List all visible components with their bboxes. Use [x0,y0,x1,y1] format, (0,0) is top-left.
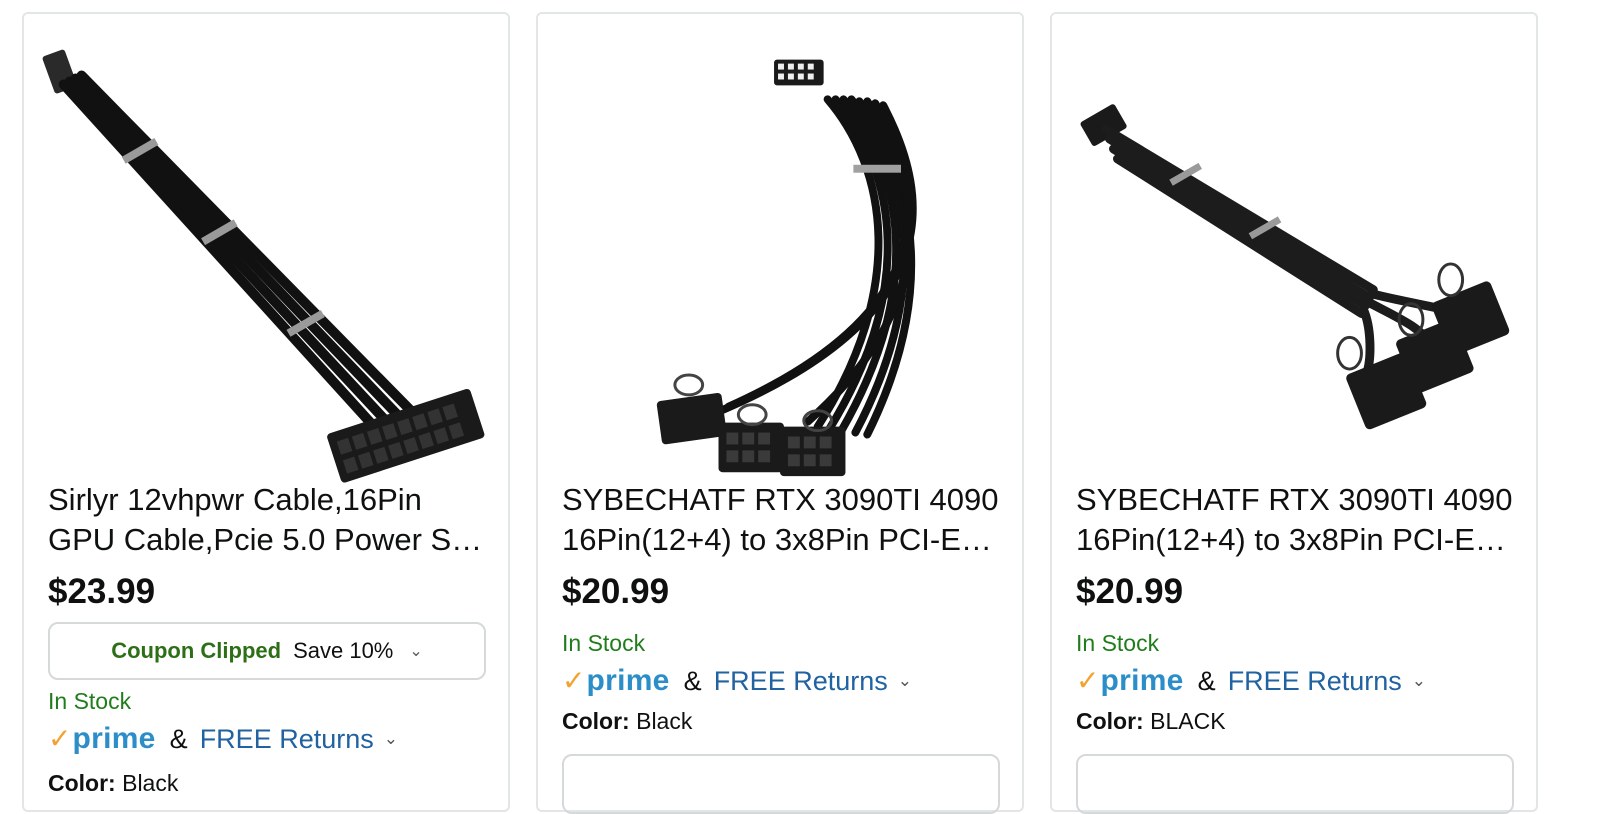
prime-logo: ✓ prime [1076,664,1184,697]
product-title[interactable]: Sirlyr 12vhpwr Cable,16Pin GPU Cable,Pci… [48,480,490,560]
prime-check-icon: ✓ [48,723,72,754]
chevron-down-icon[interactable]: ⌄ [1412,664,1426,698]
cable-image-24pin [42,49,485,483]
option-button[interactable] [562,754,1000,814]
stock-status: In Stock [48,688,132,714]
color-info: Color: Black [48,770,179,796]
prime-logo: ✓ prime [48,722,156,755]
free-returns-link[interactable]: FREE Returns [1228,664,1402,698]
product-image[interactable] [1054,28,1534,486]
stock-status: In Stock [1076,630,1160,656]
delivery-row: ✓ prime & FREE Returns ⌄ [48,722,398,756]
product-image[interactable] [540,28,1020,486]
color-info: Color: BLACK [1076,708,1226,734]
product-card[interactable]: Sirlyr 12vhpwr Cable,16Pin GPU Cable,Pci… [22,12,510,812]
delivery-row: ✓ prime & FREE Returns ⌄ [1076,664,1426,698]
free-returns-link[interactable]: FREE Returns [200,722,374,756]
product-title[interactable]: SYBECHATF RTX 3090TI 4090 16Pin(12+4) to… [1076,480,1518,560]
product-price: $20.99 [1076,572,1184,611]
stock-status: In Stock [562,630,646,656]
product-card[interactable]: SYBECHATF RTX 3090TI 4090 16Pin(12+4) to… [1050,12,1538,814]
chevron-down-icon[interactable]: ⌄ [384,722,398,756]
cable-image-curved [656,59,917,477]
option-button[interactable] [1076,754,1514,814]
chevron-down-icon: ⌄ [409,643,423,660]
prime-logo: ✓ prime [562,664,670,697]
product-image[interactable] [26,28,506,486]
cable-image-straight-split [1080,104,1510,430]
prime-check-icon: ✓ [1076,665,1100,696]
coupon-save: Save 10% [293,638,394,663]
coupon-status: Coupon Clipped [111,638,282,663]
prime-check-icon: ✓ [562,665,586,696]
color-info: Color: Black [562,708,693,734]
product-title[interactable]: SYBECHATF RTX 3090TI 4090 16Pin(12+4) to… [562,480,1004,560]
product-price: $20.99 [562,572,670,611]
free-returns-link[interactable]: FREE Returns [714,664,888,698]
product-card[interactable]: SYBECHATF RTX 3090TI 4090 16Pin(12+4) to… [536,12,1024,814]
chevron-down-icon[interactable]: ⌄ [898,664,912,698]
delivery-row: ✓ prime & FREE Returns ⌄ [562,664,912,698]
coupon-button[interactable]: Coupon Clipped Save 10% ⌄ [48,622,486,680]
product-price: $23.99 [48,572,156,611]
